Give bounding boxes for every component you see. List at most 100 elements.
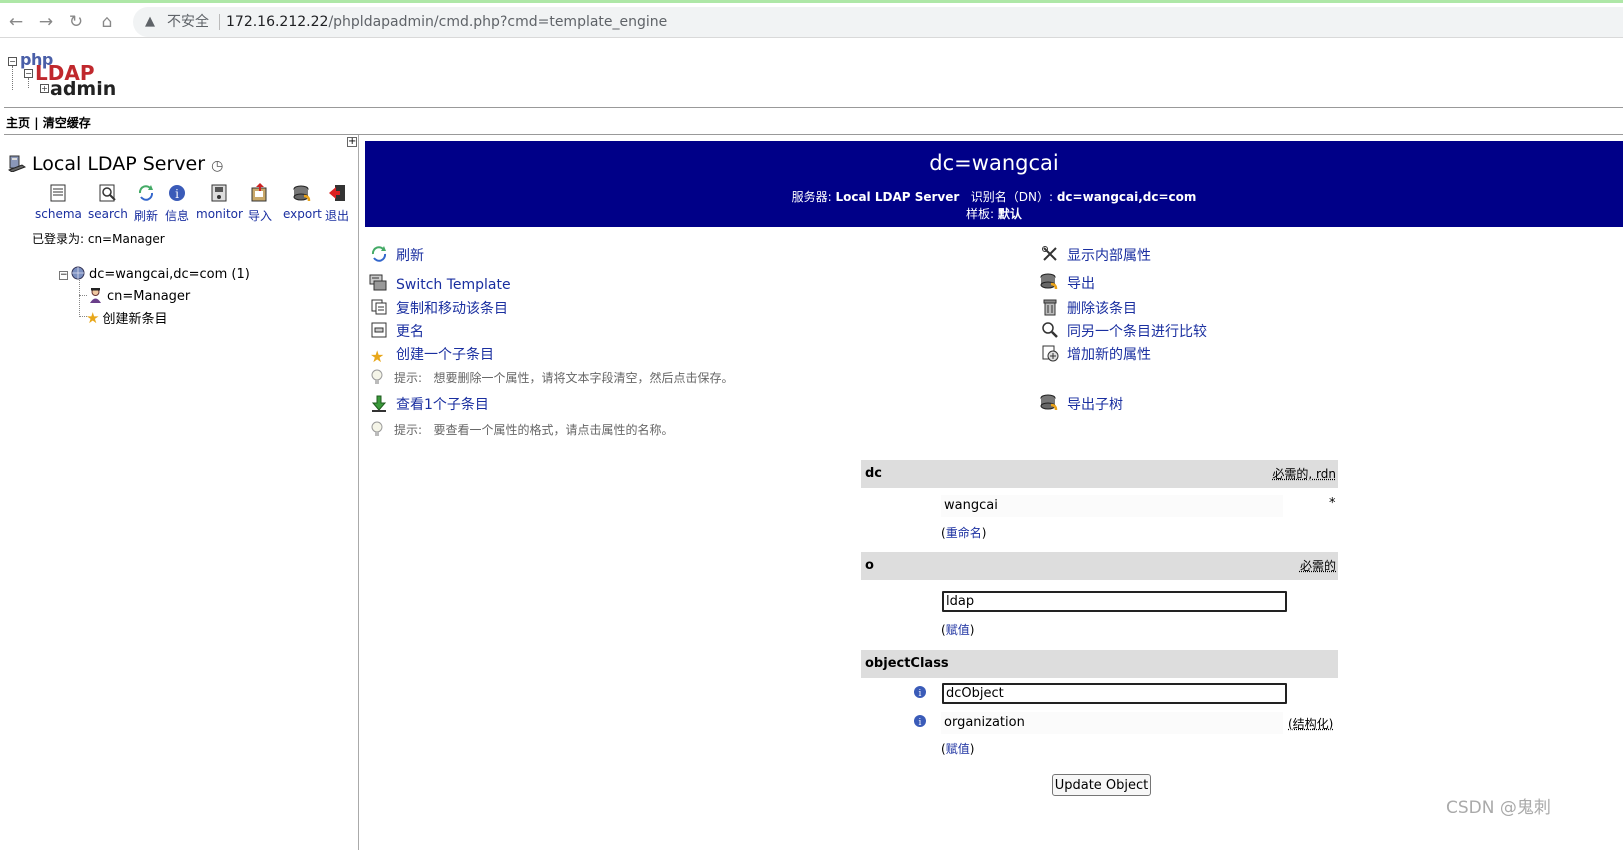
search-icon bbox=[99, 184, 116, 202]
action-copy-move[interactable]: 复制和移动该条目 bbox=[370, 298, 508, 318]
expand-panel-icon[interactable]: + bbox=[347, 137, 357, 147]
action-label[interactable]: 创建一个子条目 bbox=[396, 347, 494, 363]
user-icon bbox=[90, 288, 101, 303]
watermark: CSDN @鬼刺 bbox=[1446, 798, 1551, 818]
structural-label: (结构化) bbox=[1288, 717, 1334, 731]
assign-link-wrap: (赋值) bbox=[941, 742, 975, 756]
action-label[interactable]: 刷新 bbox=[396, 248, 424, 264]
action-add-attribute[interactable]: 增加新的属性 bbox=[1041, 344, 1151, 364]
add-attribute-icon bbox=[1042, 345, 1059, 362]
refresh-icon bbox=[138, 185, 154, 201]
globe-icon bbox=[71, 266, 85, 280]
action-create-child[interactable]: ★ 创建一个子条目 bbox=[370, 344, 494, 366]
assign-value-link[interactable]: 赋值 bbox=[946, 742, 970, 756]
action-refresh[interactable]: 刷新 bbox=[370, 245, 424, 265]
action-label[interactable]: 增加新的属性 bbox=[1067, 347, 1151, 363]
attr-header-dc: dc 必需的, rdn bbox=[861, 460, 1338, 488]
action-export[interactable]: 导出 bbox=[1039, 271, 1095, 293]
action-switch-template[interactable]: Switch Template bbox=[368, 272, 511, 293]
action-label[interactable]: 查看1个子条目 bbox=[396, 397, 489, 413]
back-icon[interactable]: ← bbox=[4, 10, 28, 34]
action-delete-entry[interactable]: 删除该条目 bbox=[1041, 298, 1137, 318]
reload-icon[interactable]: ↻ bbox=[64, 10, 88, 34]
tree-item-manager[interactable]: cn=Manager bbox=[88, 287, 190, 304]
dn-label: 识别名（DN）: bbox=[970, 190, 1054, 204]
toolbar-logout[interactable]: 退出 bbox=[325, 183, 349, 224]
toolbar-refresh[interactable]: 刷新 bbox=[134, 183, 158, 224]
server-icon bbox=[8, 155, 26, 172]
tree-item-label[interactable]: 创建新条目 bbox=[102, 312, 167, 327]
toolbar-import[interactable]: 导入 bbox=[248, 183, 272, 224]
action-label[interactable]: Switch Template bbox=[396, 277, 511, 293]
info-icon[interactable]: i bbox=[913, 685, 927, 699]
tree-item-label[interactable]: cn=Manager bbox=[107, 289, 190, 304]
toolbar-label: 导入 bbox=[248, 209, 273, 223]
toolbar-label: 刷新 bbox=[134, 209, 159, 223]
action-label[interactable]: 同另一个条目进行比较 bbox=[1067, 324, 1207, 340]
copy-icon bbox=[371, 299, 387, 315]
tree-panel: + Local LDAP Server ◷ schema search 刷新 i… bbox=[4, 135, 359, 850]
action-compare[interactable]: 同另一个条目进行比较 bbox=[1041, 321, 1207, 341]
browser-toolbar: ← → ↻ ⌂ ▲ 不安全 172.16.212.22/phpldapadmin… bbox=[0, 0, 1623, 38]
tree-root[interactable]: − dc=wangcai,dc=com (1) bbox=[59, 266, 250, 282]
assign-value-link[interactable]: 赋值 bbox=[946, 623, 970, 637]
clear-cache-link[interactable]: 清空缓存 bbox=[43, 116, 91, 130]
tree-root-label[interactable]: dc=wangcai,dc=com (1) bbox=[89, 267, 250, 282]
home-link[interactable]: 主页 bbox=[6, 116, 30, 130]
logo-admin: admin bbox=[50, 78, 117, 100]
action-export-subtree[interactable]: 导出子树 bbox=[1039, 392, 1123, 414]
forward-icon[interactable]: → bbox=[34, 10, 58, 34]
tree-item-create[interactable]: ★ 创建新条目 bbox=[86, 308, 167, 327]
info-icon: i bbox=[169, 185, 185, 201]
objectclass-value-input[interactable] bbox=[942, 683, 1287, 704]
server-label: 服务器: bbox=[791, 190, 832, 204]
toolbar-monitor[interactable]: monitor bbox=[196, 183, 243, 221]
address-bar[interactable]: ▲ 不安全 172.16.212.22/phpldapadmin/cmd.php… bbox=[133, 7, 1623, 37]
attr-name[interactable]: o bbox=[865, 558, 874, 573]
hint-label: 提示: bbox=[394, 371, 423, 385]
home-icon[interactable]: ⌂ bbox=[95, 10, 119, 34]
lightbulb-icon bbox=[371, 421, 383, 436]
dn-value: dc=wangcai,dc=com bbox=[1056, 190, 1197, 204]
phpldapadmin-logo[interactable]: − php − LDAP + admin bbox=[6, 50, 116, 106]
attr-name[interactable]: objectClass bbox=[865, 656, 949, 671]
rename-link[interactable]: 重命名 bbox=[946, 526, 982, 540]
hint-text: 要查看一个属性的格式，请点击属性的名称。 bbox=[433, 423, 674, 437]
toolbar-info[interactable]: i 信息 bbox=[165, 183, 189, 224]
url-host: 172.16.212.22 bbox=[226, 14, 329, 30]
svg-text:i: i bbox=[919, 689, 922, 699]
action-label[interactable]: 显示内部属性 bbox=[1067, 248, 1151, 264]
action-label[interactable]: 导出子树 bbox=[1067, 397, 1123, 413]
update-object-button[interactable]: Update Object bbox=[1052, 774, 1151, 796]
action-rename[interactable]: 更名 bbox=[370, 321, 424, 341]
o-value-input[interactable] bbox=[942, 591, 1287, 612]
warning-icon: ▲ bbox=[145, 14, 155, 29]
entry-subtitle: 服务器: Local LDAP Server 识别名（DN）: dc=wangc… bbox=[365, 189, 1623, 223]
logout-icon bbox=[329, 185, 345, 201]
tree-line bbox=[79, 280, 80, 317]
action-view-children[interactable]: 查看1个子条目 bbox=[370, 394, 489, 414]
toolbar-label: 信息 bbox=[165, 209, 190, 223]
toolbar-label: export bbox=[283, 207, 322, 221]
action-label[interactable]: 复制和移动该条目 bbox=[396, 301, 508, 317]
action-label[interactable]: 删除该条目 bbox=[1067, 301, 1137, 317]
divider bbox=[4, 107, 1623, 108]
url-text[interactable]: 172.16.212.22/phpldapadmin/cmd.php?cmd=t… bbox=[226, 7, 667, 37]
action-label[interactable]: 更名 bbox=[396, 324, 424, 340]
attr-name[interactable]: dc bbox=[865, 466, 882, 481]
toolbar-search[interactable]: search bbox=[88, 183, 128, 221]
server-name[interactable]: Local LDAP Server bbox=[32, 153, 205, 175]
entry-title: dc=wangcai bbox=[929, 151, 1059, 175]
attr-header-objectclass: objectClass bbox=[861, 650, 1338, 678]
collapse-icon[interactable]: − bbox=[59, 271, 68, 280]
action-show-internal[interactable]: 显示内部属性 bbox=[1041, 245, 1151, 265]
toolbar-export[interactable]: export bbox=[283, 183, 322, 221]
import-icon bbox=[251, 183, 267, 202]
action-label[interactable]: 导出 bbox=[1067, 276, 1095, 292]
info-icon[interactable]: i bbox=[913, 714, 927, 728]
toolbar-schema[interactable]: schema bbox=[35, 183, 82, 221]
attr-flags: 必需的 bbox=[1299, 559, 1336, 573]
rename-icon bbox=[371, 322, 387, 338]
logo-minus-box-2: − bbox=[24, 69, 33, 78]
hint-delete-attribute: 提示: 想要删除一个属性，请将文本字段清空，然后点击保存。 bbox=[370, 369, 734, 386]
